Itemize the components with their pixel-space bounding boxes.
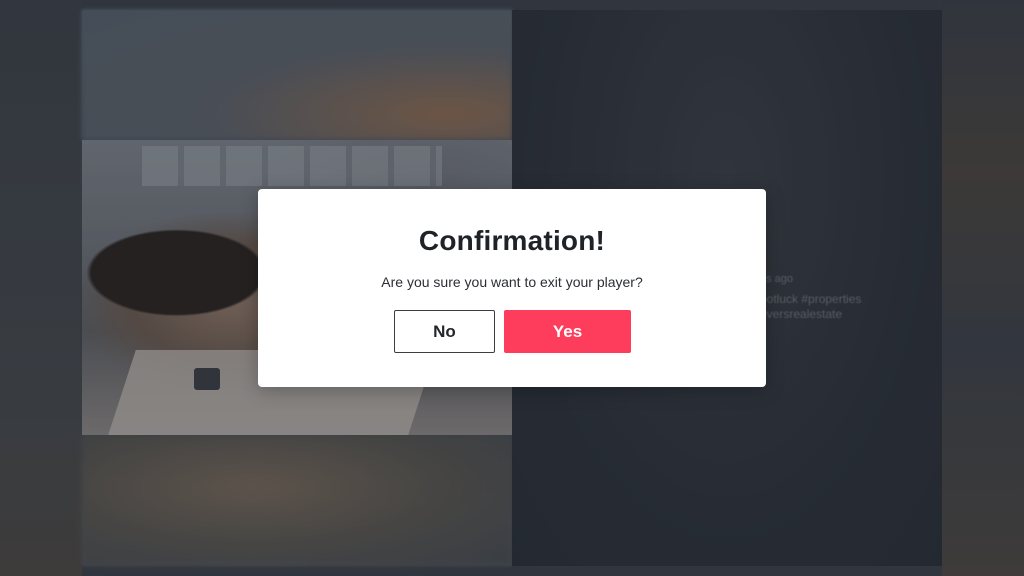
dialog-message: Are you sure you want to exit your playe… [381,274,643,290]
no-button[interactable]: No [394,310,495,353]
dialog-title: Confirmation! [418,225,606,256]
video-player-stage: es ago potluck #properties oversrealesta… [0,0,1024,576]
yes-button[interactable]: Yes [504,310,631,353]
confirmation-dialog: Confirmation! Are you sure you want to e… [258,189,766,387]
